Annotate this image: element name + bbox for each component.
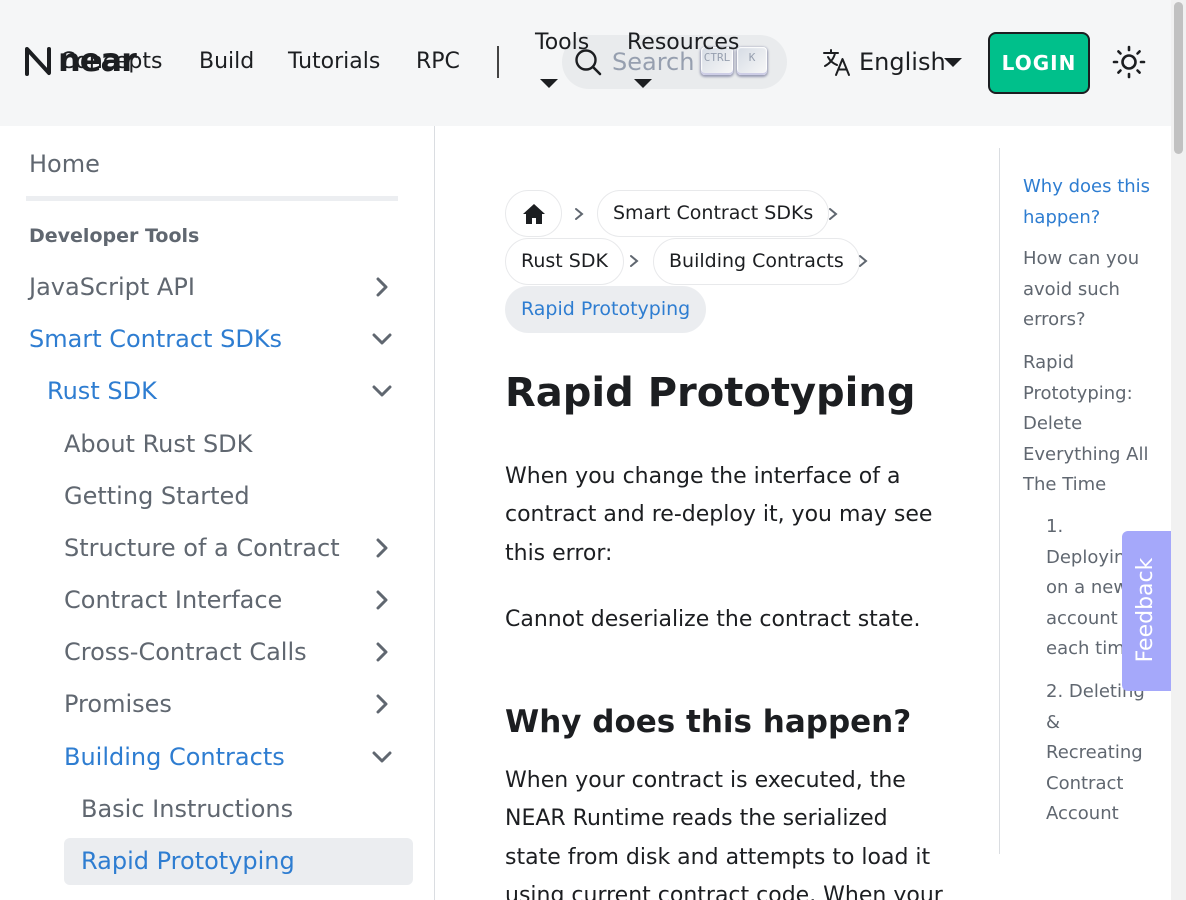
toc-link-deleting-recreating[interactable]: 2. Deleting & Recreating Contract Accoun…: [1046, 677, 1151, 830]
login-button[interactable]: LOGIN: [988, 32, 1090, 94]
nav-dropdown-resources[interactable]: Resources: [627, 29, 739, 57]
language-label: English: [859, 48, 946, 76]
sidebar-item-rapid-prototyping[interactable]: Rapid Prototyping: [81, 845, 295, 877]
sidebar-item-cross-contract-calls[interactable]: Cross-Contract Calls: [64, 636, 307, 668]
breadcrumb-current: Rapid Prototyping: [505, 286, 707, 333]
home-icon: [523, 204, 545, 224]
sidebar-item-basic-instructions[interactable]: Basic Instructions: [81, 793, 293, 825]
body-paragraph: When your contract is executed, the NEAR…: [505, 768, 943, 900]
chevron-down-icon[interactable]: [370, 379, 394, 403]
sidebar-divider: [26, 196, 398, 201]
chevron-right-icon[interactable]: [370, 640, 394, 664]
breadcrumb-item[interactable]: Building Contracts: [653, 238, 860, 285]
feedback-label: Feedback: [1133, 557, 1158, 663]
sidebar-category-heading: Developer Tools: [29, 225, 200, 247]
sidebar-item-javascript-api[interactable]: JavaScript API: [29, 271, 195, 303]
sidebar-item-building-contracts[interactable]: Building Contracts: [64, 741, 285, 773]
nav-link-build[interactable]: Build: [199, 48, 254, 76]
intro-paragraph: When you change the interface of a contr…: [505, 464, 933, 566]
section-heading: Why does this happen?: [505, 704, 912, 740]
sidebar-item-smart-contract-sdks[interactable]: Smart Contract SDKs: [29, 323, 282, 355]
sidebar-item-getting-started[interactable]: Getting Started: [64, 480, 250, 512]
chevron-right-icon[interactable]: [370, 275, 394, 299]
translate-icon: [823, 49, 850, 76]
resources-caret-icon: [634, 79, 652, 88]
nav-divider: [497, 46, 499, 78]
breadcrumb-item[interactable]: Smart Contract SDKs: [597, 190, 830, 237]
feedback-button[interactable]: Feedback: [1122, 531, 1171, 691]
navbar: near Concepts Build Tutorials RPC Search…: [0, 0, 1171, 126]
breadcrumb-separator-icon: [575, 208, 584, 220]
docs-sidebar: Home Developer Tools JavaScript API Smar…: [0, 126, 435, 900]
page-title: Rapid Prototyping: [505, 370, 916, 416]
sidebar-item-about-rust-sdk[interactable]: About Rust SDK: [64, 428, 252, 460]
breadcrumb-separator-icon: [829, 208, 838, 220]
near-logo-icon: [25, 47, 51, 76]
language-caret-icon: [944, 58, 962, 67]
chevron-right-icon[interactable]: [370, 588, 394, 612]
page-scrollbar[interactable]: [1171, 0, 1186, 900]
sidebar-item-structure-of-a-contract[interactable]: Structure of a Contract: [64, 532, 340, 564]
nav-link-rpc[interactable]: RPC: [416, 48, 460, 76]
toc-border: [999, 148, 1000, 854]
breadcrumb-item[interactable]: Rust SDK: [505, 238, 624, 285]
error-message: Cannot deserialize the contract state.: [505, 607, 921, 632]
chevron-right-icon[interactable]: [370, 536, 394, 560]
tools-caret-icon: [540, 79, 558, 88]
toc-link-rapid-prototyping[interactable]: Rapid Prototyping: Delete Everything All…: [1023, 348, 1153, 501]
sun-icon[interactable]: [1112, 45, 1146, 79]
nav-link-concepts[interactable]: Concepts: [60, 48, 162, 76]
chevron-down-icon[interactable]: [370, 745, 394, 769]
toc-link-avoid-errors[interactable]: How can you avoid such errors?: [1023, 244, 1163, 336]
breadcrumb-home[interactable]: [505, 190, 562, 237]
nav-link-tutorials[interactable]: Tutorials: [288, 48, 380, 76]
breadcrumb-separator-icon: [859, 255, 868, 267]
sidebar-item-home[interactable]: Home: [29, 148, 100, 180]
toc-link-why-does-this-happen[interactable]: Why does this happen?: [1023, 172, 1163, 233]
chevron-down-icon[interactable]: [370, 327, 394, 351]
sidebar-item-rust-sdk[interactable]: Rust SDK: [47, 375, 157, 407]
kbd-k: K: [737, 47, 767, 75]
nav-dropdown-tools[interactable]: Tools: [535, 29, 589, 57]
sidebar-item-contract-interface[interactable]: Contract Interface: [64, 584, 282, 616]
chevron-right-icon[interactable]: [370, 692, 394, 716]
breadcrumb-separator-icon: [630, 255, 639, 267]
sidebar-item-promises[interactable]: Promises: [64, 688, 172, 720]
scrollbar-thumb[interactable]: [1174, 2, 1183, 154]
